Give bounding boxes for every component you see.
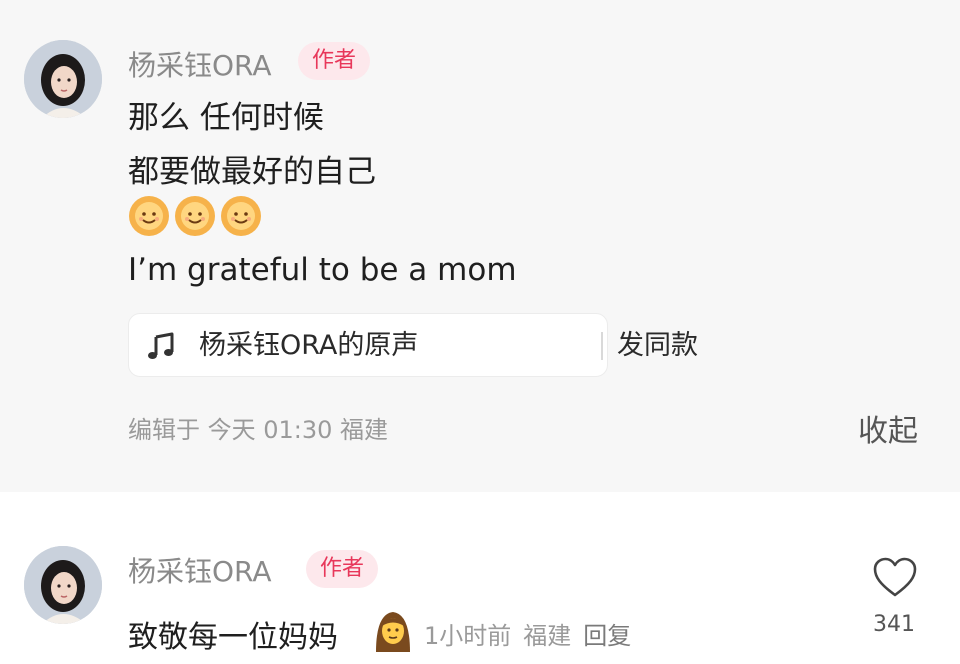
sound-name: 杨采钰ORA的原声: [199, 330, 419, 361]
post-text-line-2: 都要做最好的自己: [128, 154, 376, 190]
smiling-sun-emoji: [221, 196, 261, 236]
avatar[interactable]: [24, 40, 102, 118]
smiling-sun-emoji: [129, 196, 169, 236]
emoji-row: [128, 195, 266, 239]
post-meta: 编辑于 今天 01:30 福建: [128, 416, 389, 444]
avatar-image: [24, 546, 102, 624]
avatar[interactable]: [24, 546, 102, 624]
use-sound-button[interactable]: 发同款: [617, 314, 698, 378]
like-count: 341: [873, 612, 915, 637]
divider: [601, 332, 603, 360]
music-note-icon: [148, 332, 174, 359]
reply-text: 致敬每一位妈妈: [128, 620, 338, 655]
avatar-image: [24, 40, 102, 118]
heart-outline-icon[interactable]: [872, 556, 918, 598]
reply-button[interactable]: 回复: [583, 622, 631, 650]
post-text-line-3: I’m grateful to be a mom: [128, 252, 517, 288]
original-sound-card[interactable]: 杨采钰ORA的原声 发同款: [128, 313, 698, 377]
collapse-button[interactable]: 收起: [858, 406, 918, 450]
woman-emoji: [376, 612, 410, 652]
post-text-line-1: 那么 任何时候: [128, 100, 324, 136]
smiling-sun-emoji: [175, 196, 215, 236]
author-badge: 作者: [306, 550, 379, 588]
username[interactable]: 杨采钰ORA: [128, 44, 272, 84]
reply-time: 1小时前: [424, 622, 512, 650]
author-post: 杨采钰ORA 作者 那么 任何时候 都要做最好的自己 I’m grateful …: [0, 0, 960, 492]
reply-meta: 1小时前 福建 回复: [424, 616, 643, 651]
username[interactable]: 杨采钰ORA: [128, 550, 272, 590]
reply-location: 福建: [523, 622, 572, 650]
author-badge: 作者: [298, 42, 371, 80]
